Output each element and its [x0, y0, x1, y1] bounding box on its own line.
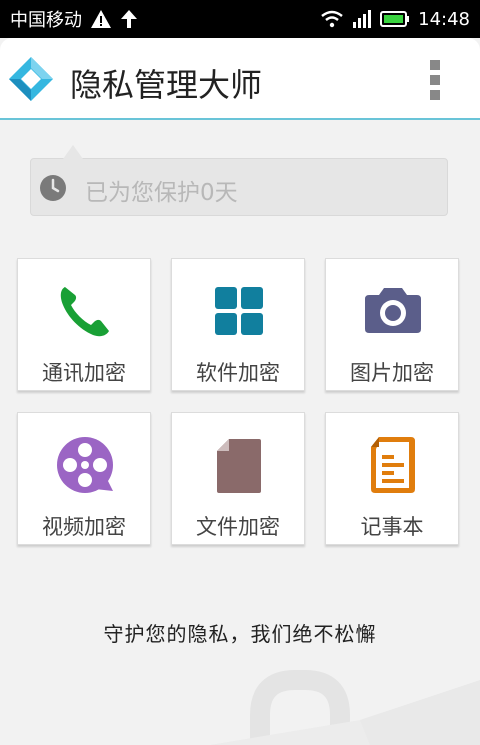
film-reel-icon [57, 437, 113, 493]
app-title: 隐私管理大师 [70, 66, 263, 104]
tile-label: 图片加密 [350, 361, 434, 385]
clock-icon [39, 174, 67, 202]
video-encrypt-tile[interactable]: 视频加密 [17, 412, 151, 545]
app-header: 隐私管理大师 [0, 38, 480, 120]
notepad-tile[interactable]: 记事本 [325, 412, 459, 545]
status-bar: 中国移动 14:48 [0, 0, 480, 38]
tile-label: 通讯加密 [42, 361, 126, 385]
tile-label: 文件加密 [196, 515, 280, 539]
clock-time: 14:48 [418, 8, 470, 30]
document-icon [217, 439, 261, 493]
apps-encrypt-tile[interactable]: 软件加密 [171, 258, 305, 391]
protection-status-banner: 已为您保护0天 [30, 145, 448, 216]
tile-label: 软件加密 [196, 361, 280, 385]
camera-icon [365, 288, 421, 333]
apps-grid-icon [215, 287, 263, 335]
slogan-text: 守护您的隐私，我们绝不松懈 [103, 622, 377, 646]
files-encrypt-tile[interactable]: 文件加密 [171, 412, 305, 545]
upload-arrow-icon [120, 9, 138, 29]
app-logo-icon [8, 56, 54, 102]
contacts-encrypt-tile[interactable]: 通讯加密 [17, 258, 151, 391]
signal-icon [352, 10, 372, 28]
protection-days-text: 已为您保护0天 [85, 180, 238, 206]
battery-icon [380, 10, 410, 28]
phone-icon [60, 287, 109, 337]
overflow-menu-icon[interactable] [430, 60, 442, 100]
notepad-icon [371, 437, 415, 493]
lock-watermark-icon [210, 660, 480, 745]
tile-label: 视频加密 [42, 515, 126, 539]
photos-encrypt-tile[interactable]: 图片加密 [325, 258, 459, 391]
wifi-icon [320, 10, 344, 28]
warning-icon [90, 9, 112, 29]
tile-label: 记事本 [360, 515, 424, 539]
carrier-label: 中国移动 [10, 10, 82, 31]
